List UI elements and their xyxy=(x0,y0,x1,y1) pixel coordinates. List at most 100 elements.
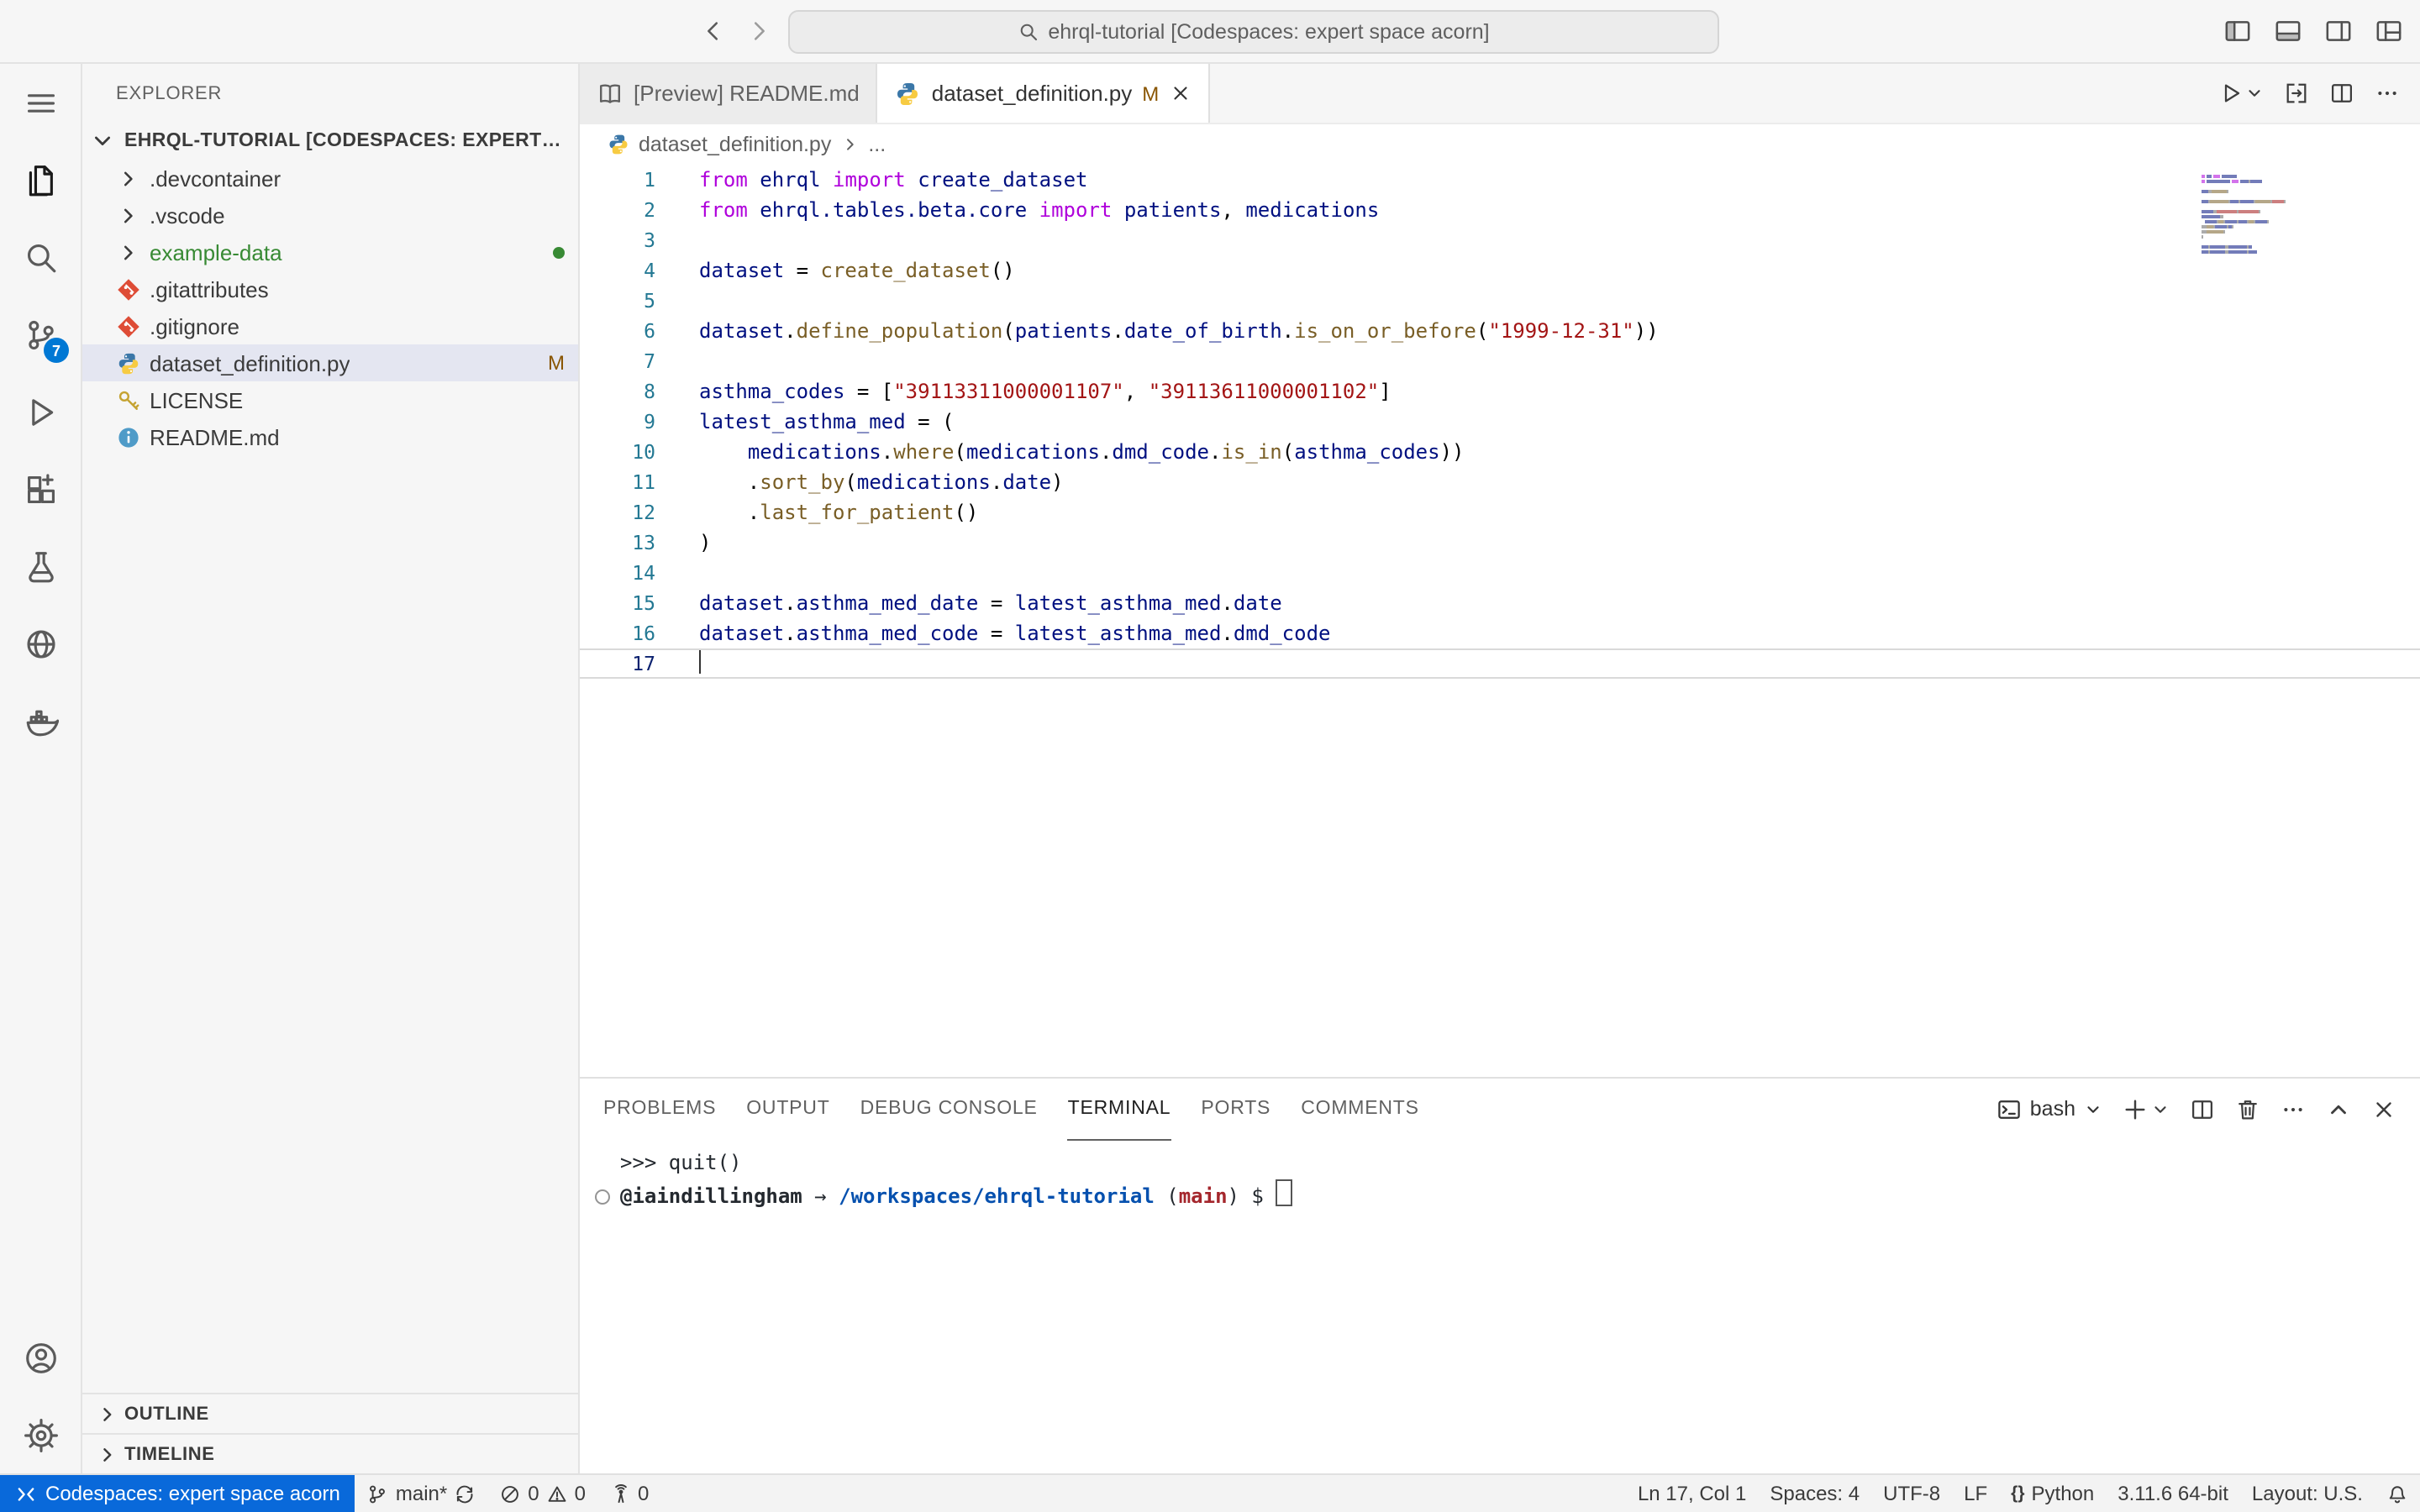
code-line[interactable]: 8asthma_codes = ["39113311000001107", "3… xyxy=(580,376,2420,407)
more-actions-icon[interactable] xyxy=(2375,81,2400,106)
activity-item-run-debug[interactable] xyxy=(0,373,81,450)
chevron-down-icon[interactable] xyxy=(2245,84,2264,102)
code-line[interactable]: 3 xyxy=(580,225,2420,255)
explorer-root-folder[interactable]: EHRQL-TUTORIAL [CODESPACES: EXPERT SPA..… xyxy=(82,123,578,160)
close-icon[interactable] xyxy=(1169,82,1191,104)
chevron-right-icon xyxy=(96,1402,119,1425)
line-number: 13 xyxy=(580,528,655,558)
tree-item-.gitattributes[interactable]: .gitattributes xyxy=(82,270,578,307)
minimap[interactable] xyxy=(2202,175,2316,260)
breadcrumb[interactable]: dataset_definition.py ... xyxy=(580,124,2420,165)
close-panel-icon[interactable] xyxy=(2371,1096,2396,1121)
code-line[interactable]: 1from ehrql import create_dataset xyxy=(580,165,2420,195)
tree-item-.devcontainer[interactable]: .devcontainer xyxy=(82,160,578,197)
terminal-profile-selector[interactable]: bash xyxy=(1996,1096,2102,1121)
code-line[interactable]: 5 xyxy=(580,286,2420,316)
tree-item-.vscode[interactable]: .vscode xyxy=(82,197,578,234)
statusbar-layout-u-s-[interactable]: Layout: U.S. xyxy=(2240,1475,2375,1512)
split-terminal-icon[interactable] xyxy=(2190,1096,2215,1121)
new-terminal-button[interactable] xyxy=(2123,1096,2170,1121)
activity-item-settings[interactable] xyxy=(0,1396,81,1473)
code-line[interactable]: 16dataset.asthma_med_code = latest_asthm… xyxy=(580,618,2420,648)
panel-more-icon[interactable] xyxy=(2281,1096,2306,1121)
statusbar-bell[interactable] xyxy=(2375,1475,2420,1512)
editor-tab[interactable]: [Preview] README.md xyxy=(580,64,878,123)
status-bar: Codespaces: expert space acornmain*000 L… xyxy=(0,1473,2420,1512)
timeline-section[interactable]: TIMELINE xyxy=(82,1433,578,1473)
command-center-label: ehrql-tutorial [Codespaces: expert space… xyxy=(1048,19,1489,43)
statusbar-spaces-4[interactable]: Spaces: 4 xyxy=(1758,1475,1871,1512)
activity-item-files[interactable] xyxy=(0,141,81,218)
tree-item-README.md[interactable]: README.md xyxy=(82,418,578,455)
layout-sidebar-left-icon[interactable] xyxy=(2223,17,2252,45)
code-line[interactable]: 12 .last_for_patient() xyxy=(580,497,2420,528)
breadcrumb-symbol[interactable]: ... xyxy=(868,133,886,156)
activity-item-account[interactable] xyxy=(0,1319,81,1396)
outline-section[interactable]: OUTLINE xyxy=(82,1393,578,1433)
statusbar-3-11-6-64-bit[interactable]: 3.11.6 64-bit xyxy=(2106,1475,2240,1512)
tree-item-example-data[interactable]: example-data xyxy=(82,234,578,270)
code-line[interactable]: 9latest_asthma_med = ( xyxy=(580,407,2420,437)
panel-tab-comments[interactable]: COMMENTS xyxy=(1301,1079,1419,1141)
statusbar-error[interactable]: 00 xyxy=(487,1475,597,1512)
panel-tab-output[interactable]: OUTPUT xyxy=(746,1079,829,1141)
panel-tab-ports[interactable]: PORTS xyxy=(1201,1079,1270,1141)
activity-item-testing[interactable] xyxy=(0,528,81,605)
code-editor[interactable]: 1from ehrql import create_dataset2from e… xyxy=(580,165,2420,1077)
statusbar-python[interactable]: {}Python xyxy=(1999,1475,2106,1512)
code-line[interactable]: 13) xyxy=(580,528,2420,558)
statusbar-branch[interactable]: main* xyxy=(355,1475,487,1512)
bell-icon xyxy=(2386,1483,2408,1504)
maximize-panel-icon[interactable] xyxy=(2326,1096,2351,1121)
code-line[interactable]: 2from ehrql.tables.beta.core import pati… xyxy=(580,195,2420,225)
code-line[interactable]: 10 medications.where(medications.dmd_cod… xyxy=(580,437,2420,467)
panel-tab-debug-console[interactable]: DEBUG CONSOLE xyxy=(860,1079,1038,1141)
minimap-line xyxy=(2202,220,2316,223)
terminal-output[interactable]: >>> quit()@iaindillingham → /workspaces/… xyxy=(580,1139,2420,1473)
panel-tab-problems[interactable]: PROBLEMS xyxy=(603,1079,716,1141)
code-line[interactable]: 15dataset.asthma_med_date = latest_asthm… xyxy=(580,588,2420,618)
git-icon xyxy=(116,313,141,339)
back-icon[interactable] xyxy=(701,18,726,44)
code-line[interactable]: 7 xyxy=(580,346,2420,376)
statusbar-utf-8[interactable]: UTF-8 xyxy=(1871,1475,1952,1512)
code-line[interactable]: 14 xyxy=(580,558,2420,588)
code-line[interactable]: 11 .sort_by(medications.date) xyxy=(580,467,2420,497)
panel-tab-terminal[interactable]: TERMINAL xyxy=(1068,1079,1171,1141)
activity-item-docker[interactable] xyxy=(0,682,81,759)
tree-item-.gitignore[interactable]: .gitignore xyxy=(82,307,578,344)
code-line[interactable]: 4dataset = create_dataset() xyxy=(580,255,2420,286)
activity-item-extensions[interactable] xyxy=(0,450,81,528)
layout-customize-icon[interactable] xyxy=(2375,17,2403,45)
activity-item-menu[interactable] xyxy=(0,64,81,141)
git-modified-badge: M xyxy=(548,351,565,375)
line-number: 16 xyxy=(580,618,655,648)
activity-item-globe[interactable] xyxy=(0,605,81,682)
tree-item-dataset_definition.py[interactable]: dataset_definition.pyM xyxy=(82,344,578,381)
statusbar-lf[interactable]: LF xyxy=(1952,1475,1999,1512)
statusbar-radio-tower[interactable]: 0 xyxy=(597,1475,660,1512)
breadcrumb-file[interactable]: dataset_definition.py xyxy=(639,133,831,156)
chevron-down-icon[interactable] xyxy=(2151,1100,2170,1118)
statusbar-ln-17-col-1[interactable]: Ln 17, Col 1 xyxy=(1626,1475,1758,1512)
tree-item-LICENSE[interactable]: LICENSE xyxy=(82,381,578,418)
layout-sidebar-right-icon[interactable] xyxy=(2324,17,2353,45)
command-decoration-icon[interactable] xyxy=(595,1189,610,1204)
command-center[interactable]: ehrql-tutorial [Codespaces: expert space… xyxy=(788,9,1719,53)
editor-tab[interactable]: dataset_definition.pyM xyxy=(878,64,1210,123)
split-editor-icon[interactable] xyxy=(2329,81,2354,106)
explorer-title: EXPLORER xyxy=(116,83,222,103)
kill-terminal-icon[interactable] xyxy=(2235,1096,2260,1121)
activity-item-search[interactable] xyxy=(0,218,81,296)
tree-item-label: example-data xyxy=(150,239,282,265)
minimap-line xyxy=(2202,190,2316,193)
open-changes-icon[interactable] xyxy=(2284,81,2309,106)
tree-item-label: README.md xyxy=(150,424,280,449)
run-python-file-button[interactable] xyxy=(2218,81,2264,106)
statusbar-remote[interactable]: Codespaces: expert space acorn xyxy=(0,1475,355,1512)
code-line[interactable]: 17 xyxy=(580,648,2420,679)
code-line[interactable]: 6dataset.define_population(patients.date… xyxy=(580,316,2420,346)
forward-icon[interactable] xyxy=(746,18,771,44)
layout-panel-icon[interactable] xyxy=(2274,17,2302,45)
activity-item-source-control[interactable]: 7 xyxy=(0,296,81,373)
